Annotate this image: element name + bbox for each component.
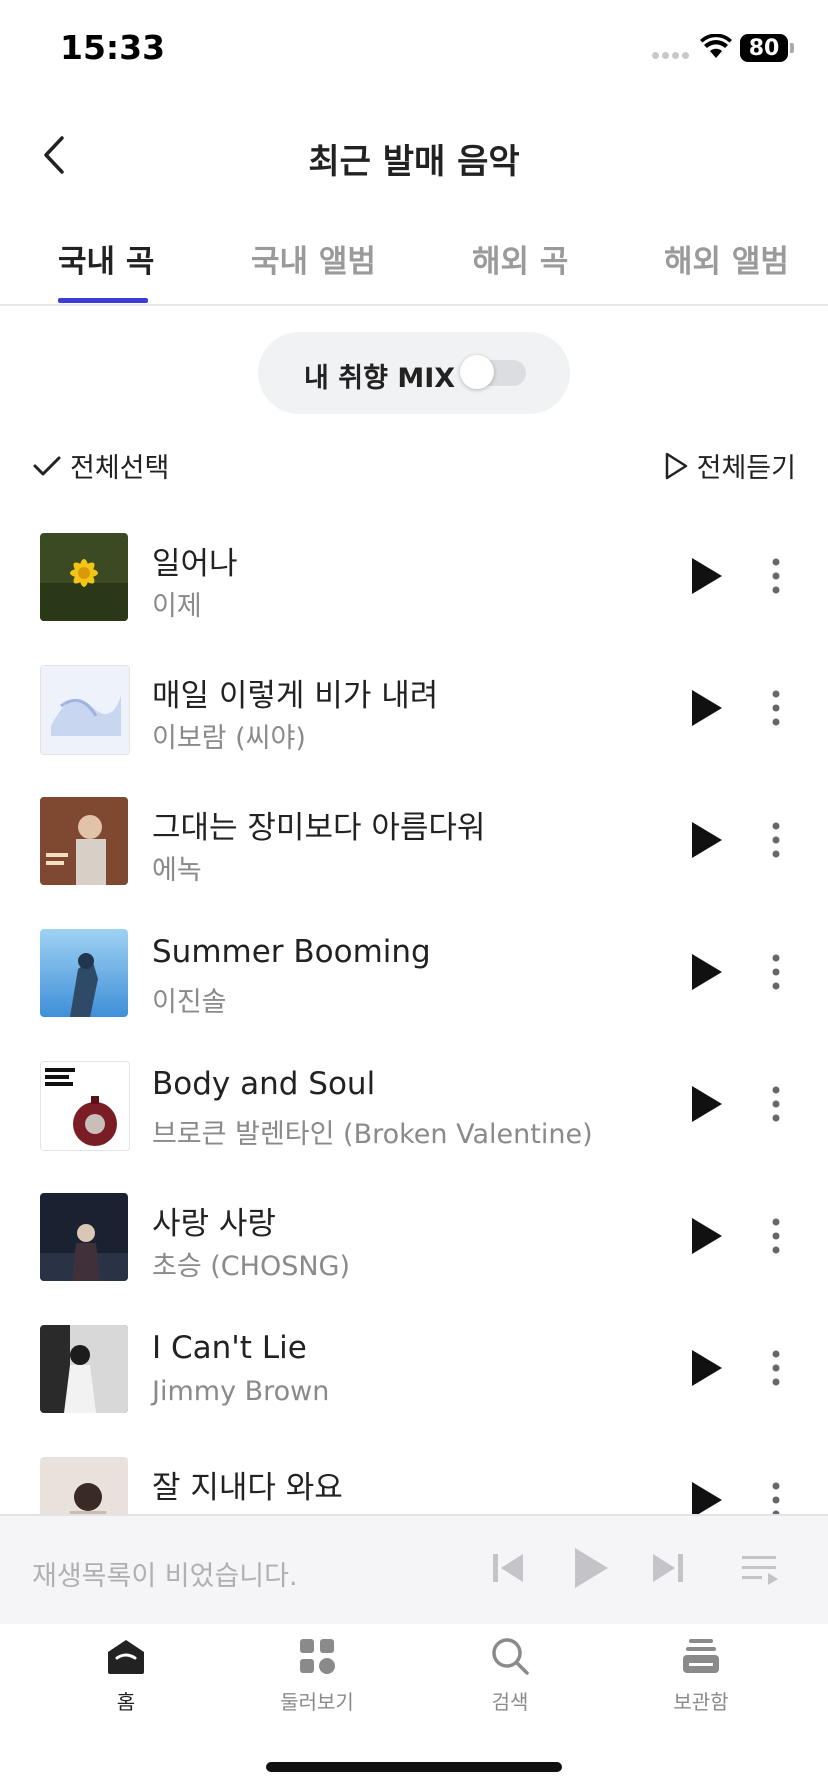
album-cover [40, 1193, 128, 1281]
song-list: 일어나 이제 매일 이렇게 비가 내려 이보람 (씨야) 그대는 장미보다 아름… [0, 508, 828, 1514]
song-artist: 이제 [152, 591, 202, 622]
status-time: 15:33 [60, 28, 166, 67]
song-row[interactable]: I Can't Lie Jimmy Brown [0, 1300, 828, 1432]
tab-bar: 국내 곡 국내 앨범 해외 곡 해외 앨범 [0, 222, 828, 306]
song-title: 그대는 장미보다 아름다워 [152, 810, 486, 846]
mix-toggle-pill[interactable]: 내 취향 MIX [258, 332, 570, 414]
nav-search-label: 검색 [491, 1690, 529, 1714]
nav-home[interactable]: 홈 [66, 1634, 186, 1715]
page-title: 최근 발매 음악 [308, 142, 520, 182]
home-icon [108, 1640, 144, 1674]
select-all-button[interactable]: 전체선택 [32, 446, 169, 485]
song-artist: 이진솔 [152, 987, 227, 1018]
more-icon[interactable] [760, 1346, 792, 1390]
album-cover [40, 1061, 130, 1151]
more-icon[interactable] [760, 1214, 792, 1258]
song-row[interactable]: 매일 이렇게 비가 내려 이보람 (씨야) [0, 640, 828, 772]
nav-library-label: 보관함 [673, 1690, 729, 1714]
nav-browse-label: 둘러보기 [280, 1690, 354, 1714]
mix-label: 내 취향 MIX [304, 363, 456, 394]
play-icon[interactable] [686, 686, 726, 730]
signal-icon [652, 52, 692, 60]
playlist-icon[interactable] [740, 1548, 780, 1588]
song-row[interactable]: Body and Soul 브로큰 발렌타인 (Broken Valentine… [0, 1036, 828, 1168]
album-cover [40, 1325, 128, 1413]
listen-all-button[interactable]: 전체듣기 [663, 446, 796, 485]
song-row[interactable]: 잘 지내다 와요 [0, 1432, 828, 1514]
song-row[interactable]: 사랑 사랑 초승 (CHOSNG) [0, 1168, 828, 1300]
play-icon[interactable] [686, 1214, 726, 1258]
song-title: 사랑 사랑 [152, 1206, 276, 1242]
battery-icon: 80 [740, 34, 788, 62]
tab-domestic-albums[interactable]: 국내 앨범 [251, 236, 376, 281]
active-tab-indicator [58, 298, 148, 303]
nav-home-label: 홈 [116, 1690, 136, 1714]
previous-icon[interactable] [490, 1548, 526, 1588]
nav-library[interactable]: 보관함 [641, 1634, 761, 1715]
mix-switch[interactable] [460, 355, 526, 389]
more-icon[interactable] [760, 950, 792, 994]
listen-all-label: 전체듣기 [696, 453, 796, 484]
more-icon[interactable] [760, 554, 792, 598]
more-icon[interactable] [760, 1478, 792, 1514]
song-artist: 브로큰 발렌타인 (Broken Valentine) [152, 1119, 593, 1150]
album-cover [40, 665, 130, 755]
mix-switch-knob [460, 355, 494, 389]
song-artist: 에녹 [152, 855, 202, 886]
play-outline-icon [665, 452, 687, 479]
header: 최근 발매 음악 [0, 110, 828, 200]
song-row[interactable]: Summer Booming 이진솔 [0, 904, 828, 1036]
next-icon[interactable] [650, 1548, 686, 1588]
more-icon[interactable] [760, 686, 792, 730]
play-icon[interactable] [686, 818, 726, 862]
song-artist: 초승 (CHOSNG) [152, 1251, 350, 1282]
play-icon[interactable] [686, 1082, 726, 1126]
wifi-icon [700, 34, 732, 58]
play-icon[interactable] [570, 1544, 612, 1592]
browse-icon [300, 1639, 335, 1674]
play-icon[interactable] [686, 1346, 726, 1390]
song-artist: Jimmy Brown [152, 1376, 330, 1407]
song-title: Body and Soul [152, 1066, 376, 1102]
album-cover [40, 929, 128, 1017]
status-bar: 15:33 80 [0, 0, 828, 100]
song-title: 매일 이렇게 비가 내려 [152, 678, 439, 714]
search-icon [492, 1638, 529, 1675]
song-title: I Can't Lie [152, 1330, 307, 1366]
more-icon[interactable] [760, 1082, 792, 1126]
library-icon [683, 1639, 719, 1673]
album-cover [40, 1457, 128, 1514]
more-icon[interactable] [760, 818, 792, 862]
song-title: Summer Booming [152, 934, 431, 970]
check-icon [33, 456, 61, 475]
play-icon[interactable] [686, 554, 726, 598]
song-title: 잘 지내다 와요 [152, 1470, 343, 1506]
tab-domestic-songs[interactable]: 국내 곡 [58, 236, 154, 281]
select-all-label: 전체선택 [70, 453, 170, 484]
play-icon[interactable] [686, 1478, 726, 1514]
nav-search[interactable]: 검색 [450, 1634, 570, 1715]
battery-cap [790, 43, 794, 53]
song-title: 일어나 [152, 546, 238, 582]
empty-playlist-text: 재생목록이 비었습니다. [32, 1561, 298, 1592]
song-row[interactable]: 일어나 이제 [0, 508, 828, 640]
nav-browse[interactable]: 둘러보기 [257, 1634, 377, 1715]
play-icon[interactable] [686, 950, 726, 994]
mini-player[interactable]: 재생목록이 비었습니다. [0, 1514, 828, 1626]
album-cover [40, 797, 128, 885]
tab-overseas-songs[interactable]: 해외 곡 [472, 236, 568, 281]
song-row[interactable]: 그대는 장미보다 아름다워 에녹 [0, 772, 828, 904]
tab-overseas-albums[interactable]: 해외 앨범 [664, 236, 789, 281]
song-artist: 이보람 (씨야) [152, 723, 306, 754]
home-indicator [266, 1762, 562, 1772]
album-cover [40, 533, 128, 621]
